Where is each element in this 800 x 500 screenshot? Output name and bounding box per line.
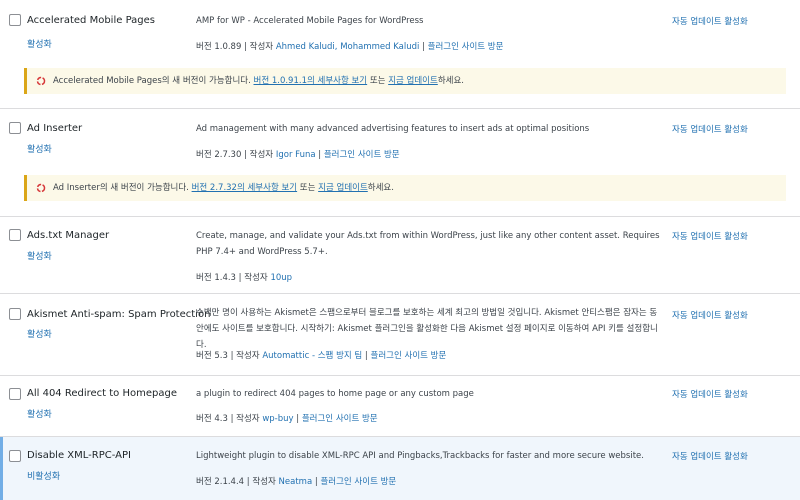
deactivate-link[interactable]: 비활성화 [27,469,60,482]
author-link[interactable]: Automattic - 스팸 방지 팀 [262,351,362,361]
select-checkbox[interactable] [9,450,21,462]
author-prefix: 작성자 [244,273,268,283]
author-prefix: 작성자 [249,150,274,160]
plugin-name: Ads.txt Manager [27,230,110,241]
author-prefix: 작성자 [236,414,260,424]
author-prefix: 작성자 [252,477,276,487]
notice-suffix: 하세요. [367,183,394,193]
notice-or: 또는 [297,183,319,193]
plugin-name: Accelerated Mobile Pages [27,15,155,26]
view-details-link[interactable]: 버전 2.7.32의 세부사항 보기 [192,183,298,193]
notice-text: Ad Inserter의 새 버전이 가능합니다. [53,183,192,193]
activate-link[interactable]: 활성화 [27,37,52,50]
version: 버전 2.1.4.4 [196,477,245,487]
plugin-name: Akismet Anti-spam: Spam Protection [27,309,211,320]
author-link[interactable]: Neatma [279,477,313,487]
plugins-table: Accelerated Mobile Pages 활성화 AMP for WP … [0,0,800,500]
plugin-description: Ad management with many advanced adverti… [196,124,590,134]
activate-link[interactable]: 활성화 [27,142,52,155]
author-link[interactable]: Igor Funa [276,150,316,160]
update-now-link[interactable]: 지금 업데이트 [318,183,368,193]
plugin-name: Disable XML-RPC-API [27,450,131,461]
plugin-description: AMP for WP - Accelerated Mobile Pages fo… [196,16,424,26]
author-link[interactable]: wp-buy [262,414,293,424]
enable-auto-update-link[interactable]: 자동 업데이트 활성화 [672,388,748,400]
version: 버전 4.3 [196,414,228,424]
plugin-description: 수백만 명이 사용하는 Akismet은 스팸으로부터 블로그를 보호하는 세계… [196,308,658,350]
version: 버전 1.0.89 [196,42,242,52]
plugin-meta: 버전 1.0.89 | 작성자 Ahmed Kaludi, Mohammed K… [196,42,504,52]
plugin-meta: 버전 2.7.30 | 작성자 Igor Funa | 플러그인 사이트 방문 [196,150,400,160]
author-link[interactable]: 10up [270,273,292,283]
activate-link[interactable]: 활성화 [27,407,52,420]
select-checkbox[interactable] [9,14,21,26]
update-icon [36,183,46,193]
activate-link[interactable]: 활성화 [27,327,52,340]
activate-link[interactable]: 활성화 [27,249,52,262]
plugin-row: Ads.txt Manager 활성화 Create, manage, and … [0,217,800,293]
plugin-description: a plugin to redirect 404 pages to home p… [196,389,474,399]
plugin-site-link[interactable]: 플러그인 사이트 방문 [371,351,447,361]
version: 버전 1.4.3 [196,273,236,283]
enable-auto-update-link[interactable]: 자동 업데이트 활성화 [672,230,748,242]
author-prefix: 작성자 [249,42,274,52]
version: 버전 2.7.30 [196,150,242,160]
plugin-meta: 버전 4.3 | 작성자 wp-buy | 플러그인 사이트 방문 [196,414,378,424]
plugin-row: Akismet Anti-spam: Spam Protection 활성화 수… [0,294,800,375]
version: 버전 5.3 [196,351,228,361]
plugin-row: Ad Inserter 활성화 Ad management with many … [0,109,800,216]
enable-auto-update-link[interactable]: 자동 업데이트 활성화 [672,450,748,462]
active-indicator [0,437,3,500]
select-checkbox[interactable] [9,122,21,134]
plugin-site-link[interactable]: 플러그인 사이트 방문 [302,414,378,424]
plugin-meta: 버전 2.1.4.4 | 작성자 Neatma | 플러그인 사이트 방문 [196,477,397,487]
update-notice: Accelerated Mobile Pages의 새 버전이 가능합니다. 버… [24,68,786,94]
author-prefix: 작성자 [236,351,260,361]
notice-or: 또는 [367,76,389,86]
plugin-row-active: Disable XML-RPC-API 비활성화 Lightweight plu… [0,437,800,500]
plugin-row: All 404 Redirect to Homepage 활성화 a plugi… [0,376,800,436]
update-icon [36,76,46,86]
plugin-meta: 버전 1.4.3 | 작성자 10up [196,273,293,283]
plugin-name: All 404 Redirect to Homepage [27,388,177,399]
enable-auto-update-link[interactable]: 자동 업데이트 활성화 [672,123,748,135]
enable-auto-update-link[interactable]: 자동 업데이트 활성화 [672,15,748,27]
select-checkbox[interactable] [9,388,21,400]
select-checkbox[interactable] [9,229,21,241]
plugin-site-link[interactable]: 플러그인 사이트 방문 [324,150,400,160]
plugin-description: Create, manage, and validate your Ads.tx… [196,231,660,257]
update-notice: Ad Inserter의 새 버전이 가능합니다. 버전 2.7.32의 세부사… [24,175,786,201]
notice-suffix: 하세요. [437,76,464,86]
view-details-link[interactable]: 버전 1.0.91.1의 세부사항 보기 [254,76,368,86]
select-checkbox[interactable] [9,308,21,320]
plugin-site-link[interactable]: 플러그인 사이트 방문 [320,477,396,487]
notice-text: Accelerated Mobile Pages의 새 버전이 가능합니다. [53,76,254,86]
plugin-name: Ad Inserter [27,123,83,134]
update-now-link[interactable]: 지금 업데이트 [388,76,438,86]
plugin-site-link[interactable]: 플러그인 사이트 방문 [428,42,504,52]
plugin-meta: 버전 5.3 | 작성자 Automattic - 스팸 방지 팀 | 플러그인… [196,351,447,361]
plugin-row: Accelerated Mobile Pages 활성화 AMP for WP … [0,0,800,108]
enable-auto-update-link[interactable]: 자동 업데이트 활성화 [672,309,748,321]
plugin-description: Lightweight plugin to disable XML-RPC AP… [196,451,644,461]
author-link[interactable]: Ahmed Kaludi, Mohammed Kaludi [276,42,420,52]
